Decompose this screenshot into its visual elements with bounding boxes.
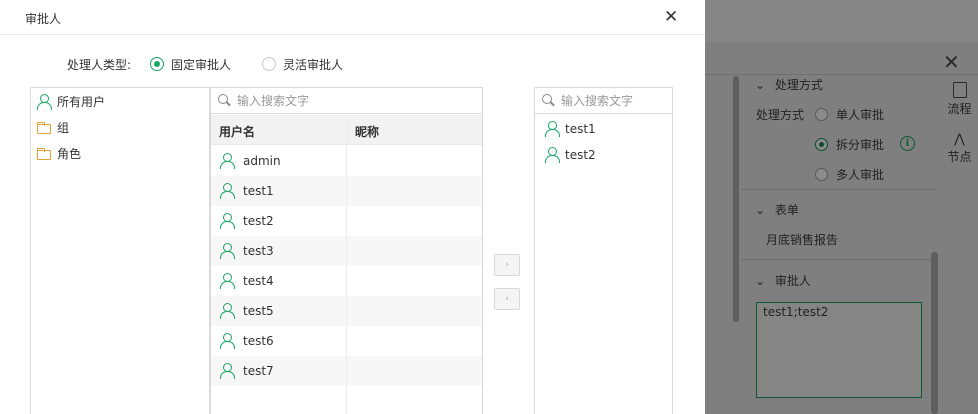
row-username: test5 [243,304,274,318]
user-icon [220,333,235,349]
selected-search [535,88,672,114]
row-username: test4 [243,274,274,288]
radio-flexible-approver-label[interactable]: 灵活审批人 [283,56,343,73]
search-icon [542,94,552,104]
approver-textarea: test1;test2 [756,302,922,398]
radio-fixed-approver-label[interactable]: 固定审批人 [171,56,231,73]
org-tree: 所有用户 组 角色 [30,87,210,414]
form-value: 月底销售报告 [766,233,839,247]
tree-item-label: 组 [57,121,70,135]
processing-option-single: 单人审批 [836,108,885,122]
selected-item-label: test1 [565,122,596,136]
folder-icon [37,148,51,160]
background-scrollbar [733,76,739,322]
side-tab-process: 流程 [941,82,978,117]
user-icon [545,147,560,163]
selected-search-input[interactable] [561,92,666,110]
radio-split [815,138,828,151]
chevron-down-icon: ⌄ [755,203,766,217]
user-icon [220,363,235,379]
node-icon: ⋀ [954,132,965,147]
chevron-down-icon: ⌄ [755,274,766,288]
section-approver-header: ⌄ 审批人 [755,273,811,289]
row-username: test2 [243,214,274,228]
add-selected-button[interactable]: › [494,254,520,276]
radio-fixed-approver[interactable] [150,57,164,71]
column-username: 用户名 [219,125,256,139]
tree-item-label: 所有用户 [57,95,106,109]
row-username: test3 [243,244,274,258]
section-form-label: 表单 [774,203,799,217]
radio-multi [815,168,828,181]
side-tab-process-label: 流程 [947,102,972,116]
row-username: test7 [243,364,274,378]
divider [705,74,978,75]
remove-selected-button[interactable]: ‹ [494,288,520,310]
processing-option-split: 拆分审批 [836,138,885,152]
processing-option-multi: 多人审批 [836,168,885,182]
radio-flexible-approver[interactable] [262,57,276,71]
user-icon [220,303,235,319]
dialog-header: 审批人 ✕ [0,0,705,35]
background-panel-header [705,0,978,42]
user-icon [220,243,235,259]
folder-icon [37,122,51,134]
radio-single [815,108,828,121]
dialog-title: 审批人 [25,12,62,26]
column-nickname: 昵称 [355,125,380,139]
column-divider [346,115,347,414]
approver-dialog: 审批人 ✕ 处理人类型: 固定审批人 灵活审批人 所有用户 组 角色 用户名 [0,0,705,414]
row-username: admin [243,154,281,168]
section-form-header: ⌄ 表单 [755,202,799,218]
tree-item-label: 角色 [57,147,82,161]
processing-label: 处理方式 [756,108,805,122]
chevron-down-icon: ⌄ [755,78,766,92]
selected-item-label: test2 [565,148,596,162]
user-search-input[interactable] [237,92,476,110]
row-username: test1 [243,184,274,198]
user-search [211,88,482,114]
search-icon [218,94,228,104]
selected-list: test1 test2 [534,87,673,414]
divider [741,189,937,190]
background-close-icon: ✕ [943,50,960,74]
user-icon [545,121,560,137]
handler-type-label: 处理人类型: [67,58,132,72]
user-icon [220,213,235,229]
row-username: test6 [243,334,274,348]
user-icon [220,183,235,199]
side-tab-node-label: 节点 [947,150,972,164]
section-processing-header: ⌄ 处理方式 [755,77,823,93]
user-icon [37,94,52,110]
list-icon [952,82,967,98]
background-panel: ✕ ⌄ 处理方式 处理方式 单人审批 拆分审批 i 多人审批 ⌄ 表单 月底销售… [705,0,978,414]
divider [741,259,937,260]
section-approver-label: 审批人 [774,274,811,288]
background-scrollbar-right [931,252,938,414]
close-icon[interactable]: ✕ [664,7,678,27]
user-list: 用户名 昵称 admin test1 test2 test3 test4 tes… [210,87,483,414]
user-icon [220,273,235,289]
section-processing-label: 处理方式 [774,78,823,92]
info-icon: i [900,136,915,151]
side-tab-node: ⋀ 节点 [941,132,978,165]
user-icon [220,153,235,169]
